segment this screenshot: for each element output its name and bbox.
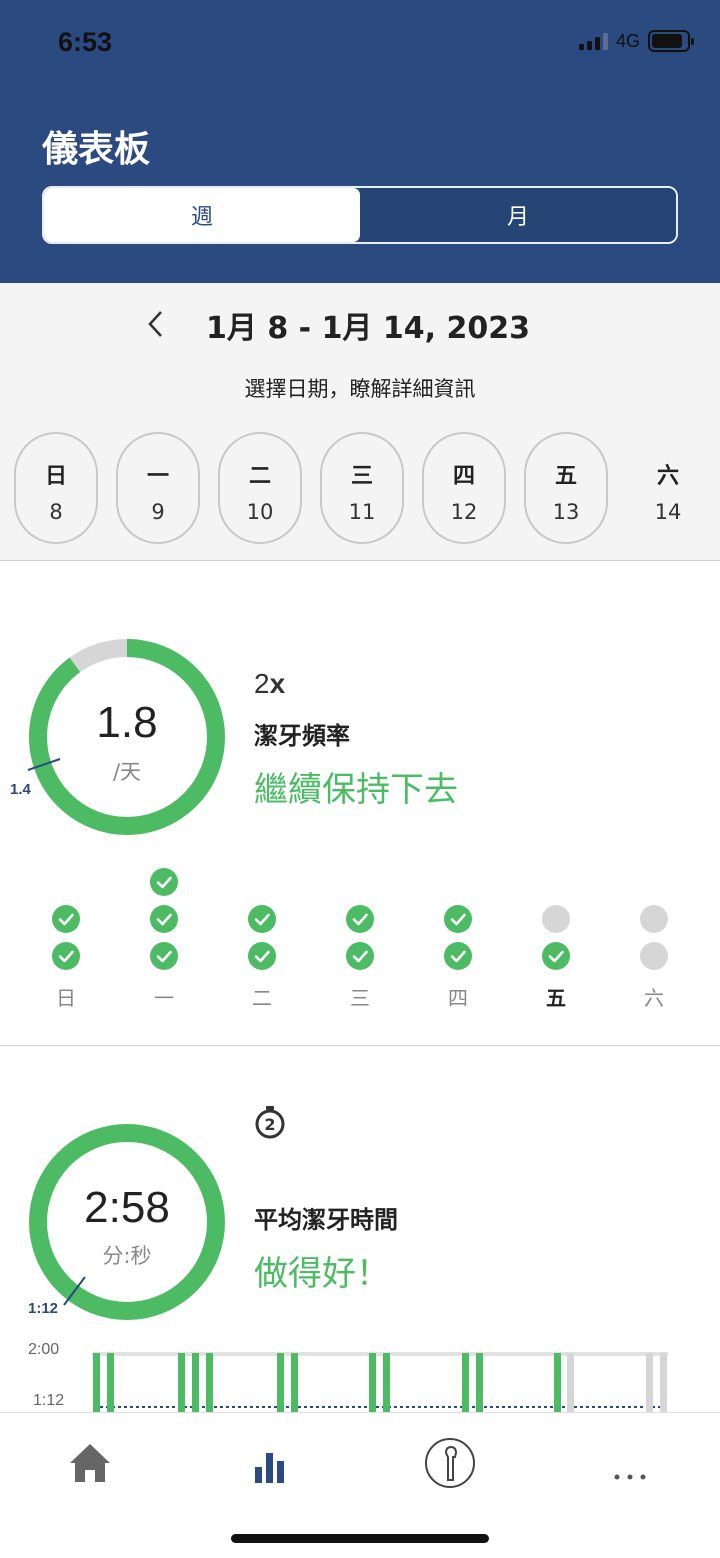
day-date: 14 bbox=[654, 500, 682, 524]
page-title: 儀表板 bbox=[42, 129, 151, 170]
timer-2min-icon: 2 bbox=[255, 1106, 285, 1139]
home-icon bbox=[70, 1444, 110, 1482]
tab-brush-head[interactable] bbox=[420, 1433, 480, 1493]
period-toggle: 週 月 bbox=[42, 186, 678, 244]
session-done-dot bbox=[52, 942, 80, 970]
day-name: 六 bbox=[656, 464, 679, 489]
brush-head-icon bbox=[425, 1438, 475, 1488]
tab-month[interactable]: 月 bbox=[360, 188, 676, 242]
day-name: 三 bbox=[350, 464, 373, 489]
day-date: 9 bbox=[151, 500, 165, 524]
tab-dashboard[interactable] bbox=[240, 1433, 300, 1493]
duration-average-label: 1:12 bbox=[28, 1300, 59, 1317]
week-selector: 1月 8 - 1月 14, 2023 選擇日期，瞭解詳細資訊 日8 一9 二 10… bbox=[0, 283, 720, 561]
day-button[interactable]: 一9 bbox=[116, 432, 200, 544]
session-done-dot bbox=[346, 942, 374, 970]
dashboard-icon bbox=[255, 1453, 284, 1483]
frequency-message: 繼續保持下去 bbox=[254, 770, 458, 810]
day-button[interactable]: 日8 bbox=[14, 432, 98, 544]
check-icon bbox=[450, 913, 466, 926]
session-empty-dot bbox=[640, 905, 668, 933]
session-empty-dot bbox=[640, 942, 668, 970]
session-done-dot bbox=[346, 905, 374, 933]
day-button[interactable]: 六 14 bbox=[626, 432, 710, 544]
session-done-dot bbox=[52, 905, 80, 933]
duration-message: 做得好！ bbox=[254, 1254, 390, 1294]
day-button[interactable]: 二 10 bbox=[218, 432, 302, 544]
day-button[interactable]: 四 12 bbox=[422, 432, 506, 544]
day-label: 日 bbox=[56, 986, 76, 1010]
week-range: 1月 8 - 1月 14, 2023 bbox=[206, 311, 530, 346]
day-button[interactable]: 五 13 bbox=[524, 432, 608, 544]
session-done-dot bbox=[444, 942, 472, 970]
check-icon bbox=[352, 950, 368, 963]
network-label: 4G bbox=[615, 30, 640, 51]
duration-title: 平均潔牙時間 bbox=[254, 1206, 398, 1234]
session-done-dot bbox=[150, 868, 178, 896]
session-empty-dot bbox=[542, 905, 570, 933]
home-indicator bbox=[231, 1534, 489, 1543]
frequency-goal: 2x bbox=[254, 668, 285, 700]
session-done-dot bbox=[444, 905, 472, 933]
check-icon bbox=[254, 950, 270, 963]
y-axis-label: 2:00 bbox=[28, 1341, 60, 1358]
day-label: 六 bbox=[644, 986, 664, 1010]
day-label: 四 bbox=[448, 986, 468, 1010]
more-icon bbox=[614, 1474, 646, 1480]
session-done-dot bbox=[542, 942, 570, 970]
session-done-dot bbox=[248, 942, 276, 970]
frequency-average-label: 1.4 bbox=[10, 781, 31, 798]
frequency-title: 潔牙頻率 bbox=[254, 722, 350, 750]
goal-suffix: x bbox=[269, 668, 286, 699]
frequency-value: 1.8 bbox=[96, 698, 158, 747]
signal-icon bbox=[578, 32, 608, 50]
day-date: 11 bbox=[348, 500, 376, 524]
check-icon bbox=[156, 913, 172, 926]
day-label: 五 bbox=[546, 986, 566, 1010]
y-axis-label: 1:12 bbox=[33, 1392, 65, 1409]
tab-home[interactable] bbox=[60, 1433, 120, 1493]
day-date: 12 bbox=[450, 500, 478, 524]
check-icon bbox=[58, 913, 74, 926]
status-indicators: 4G bbox=[578, 30, 694, 52]
duration-value: 2:58 bbox=[84, 1183, 170, 1232]
session-done-dot bbox=[248, 905, 276, 933]
day-date: 10 bbox=[246, 500, 274, 524]
tab-week[interactable]: 週 bbox=[44, 188, 360, 242]
check-icon bbox=[156, 876, 172, 889]
duration-unit: 分:秒 bbox=[102, 1244, 152, 1268]
day-name: 二 bbox=[248, 464, 271, 489]
frequency-unit: /天 bbox=[112, 760, 142, 784]
battery-icon bbox=[648, 30, 694, 52]
day-label: 二 bbox=[252, 986, 272, 1010]
check-icon bbox=[450, 950, 466, 963]
svg-text:2: 2 bbox=[264, 1115, 275, 1134]
day-date: 8 bbox=[49, 500, 63, 524]
day-name: 一 bbox=[146, 464, 169, 489]
day-date: 13 bbox=[552, 500, 580, 524]
status-time: 6:53 bbox=[58, 27, 113, 57]
week-hint: 選擇日期，瞭解詳細資訊 bbox=[244, 377, 476, 401]
check-icon bbox=[352, 913, 368, 926]
day-name: 四 bbox=[452, 464, 475, 489]
check-icon bbox=[156, 950, 172, 963]
tab-more[interactable] bbox=[600, 1433, 660, 1493]
day-label: 一 bbox=[154, 986, 174, 1010]
day-name: 日 bbox=[44, 464, 67, 489]
session-done-dot bbox=[150, 942, 178, 970]
check-icon bbox=[58, 950, 74, 963]
average-marker bbox=[63, 1276, 86, 1306]
app-header: 6:53 4G 儀表板 週 月 bbox=[0, 0, 720, 283]
day-picker: 日8 一9 二 10 三 11 四 12 五 13 六 14 bbox=[14, 432, 714, 544]
day-label: 三 bbox=[350, 986, 370, 1010]
day-name: 五 bbox=[554, 464, 577, 489]
day-button[interactable]: 三 11 bbox=[320, 432, 404, 544]
session-done-dot bbox=[150, 905, 178, 933]
check-icon bbox=[548, 950, 564, 963]
goal-number: 2 bbox=[254, 668, 270, 699]
check-icon bbox=[254, 913, 270, 926]
